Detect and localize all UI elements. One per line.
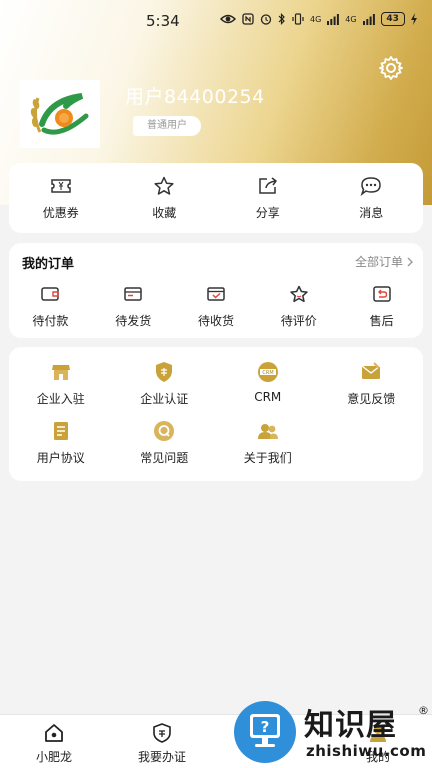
signal-type-2: 4G [345,14,357,24]
quick-label-favorites: 收藏 [152,206,177,220]
service-item-user-agreement[interactable]: 用户协议 [9,420,113,466]
app-logo-icon [30,93,89,135]
username: 用户84400254 [125,86,265,108]
tab-home-label: 小肥龙 [35,750,72,764]
service-item-faq[interactable]: 常见问题 [113,420,217,466]
service-label-faq: 常见问题 [140,451,189,465]
user-level-badge: 普通用户 [133,116,201,136]
receive-icon [207,287,225,301]
nfc-icon [242,13,254,25]
service-item-crm[interactable]: CRM CRM [216,361,320,407]
service-label-crm: CRM [254,390,282,404]
order-label-after-sales: 售后 [369,314,394,328]
quick-item-messages[interactable]: 消息 [320,163,424,233]
status-icons: 4G 4G 43 [220,12,417,26]
status-bar: 5:34 4G 4G 43 [0,0,432,40]
return-icon [372,286,391,302]
home-icon [45,724,63,742]
quick-actions-card: 优惠券 收藏 分享 消息 [9,163,423,233]
order-label-pending-review: 待评价 [280,314,317,328]
watermark-registered: ® [418,704,429,717]
order-item-pending-review[interactable]: 待评价 [257,285,340,329]
signal-icon [327,14,340,25]
watermark-title: 知识屋 [304,708,397,743]
bluetooth-icon [278,13,285,25]
help-monitor-icon: ? [250,714,280,747]
share-icon [259,177,277,194]
svg-text:?: ? [261,718,270,736]
order-label-pending-receipt: 待收货 [197,314,234,328]
settings-button[interactable] [378,55,404,81]
alarm-icon [260,14,272,25]
service-label-about: 关于我们 [243,451,292,465]
box-icon [124,287,142,301]
shield-icon [156,362,173,382]
service-label-feedback: 意见反馈 [347,392,396,406]
people-icon [257,424,278,439]
watermark-subtitle: zhishiwu.com [306,742,427,760]
shop-icon [51,365,70,380]
quick-label-share: 分享 [255,206,280,220]
quick-label-messages: 消息 [359,206,384,220]
orders-card: 我的订单 全部订单 待付款 待发货 待收货 待评价 售后 [9,243,423,338]
quick-item-share[interactable]: 分享 [216,163,320,233]
services-row-1: 企业入驻 企业认证 CRM CRM 意见反馈 [9,361,423,407]
quick-item-coupon[interactable]: 优惠券 [9,163,113,233]
orders-title: 我的订单 [22,257,75,272]
order-item-pending-payment[interactable]: 待付款 [9,285,92,329]
order-item-pending-receipt[interactable]: 待收货 [175,285,258,329]
service-item-company-cert[interactable]: 企业认证 [113,361,217,407]
view-all-orders-label: 全部订单 [354,255,403,269]
service-item-company-join[interactable]: 企业入驻 [9,361,113,407]
tab-certificate[interactable]: 我要办证 [108,715,216,768]
service-label-company-cert: 企业认证 [140,392,189,406]
star-icon [154,176,174,195]
crm-icon-text: CRM [262,370,273,376]
order-item-after-sales[interactable]: 售后 [340,285,423,329]
star-icon [290,285,308,303]
wallet-icon [41,287,60,301]
question-icon [154,421,175,441]
battery-indicator: 43 [380,12,405,26]
message-icon [360,177,382,196]
order-item-pending-shipment[interactable]: 待发货 [92,285,175,329]
crm-icon: CRM [257,362,278,382]
charging-icon [410,13,417,25]
order-label-pending-shipment: 待发货 [115,314,152,328]
tab-home[interactable]: 小肥龙 [0,715,108,768]
orders-row: 待付款 待发货 待收货 待评价 售后 [9,285,423,329]
gear-icon [379,56,403,80]
watermark-badge: ? [234,701,296,763]
status-time: 5:34 [146,12,180,30]
service-label-company-join: 企业入驻 [36,392,85,406]
vibrate-icon [292,13,304,25]
watermark: ? 知识屋 ® zhishiwu.com [234,698,432,768]
service-label-user-agreement: 用户协议 [36,451,85,465]
mail-icon [361,362,381,379]
coupon-icon [51,179,71,193]
services-card: 企业入驻 企业认证 CRM CRM 意见反馈 用户协议 常见问题 关于我们 [9,347,423,481]
avatar[interactable] [20,80,100,148]
quick-label-coupon: 优惠券 [42,206,79,220]
tab-certificate-label: 我要办证 [137,750,186,764]
view-all-orders-link[interactable]: 全部订单 [355,253,413,270]
services-row-2: 用户协议 常见问题 关于我们 [9,420,423,466]
document-icon [53,422,68,440]
service-item-about[interactable]: 关于我们 [216,420,320,466]
signal-type-1: 4G [310,14,322,24]
service-item-feedback[interactable]: 意见反馈 [320,361,424,407]
chevron-right-icon [407,257,413,266]
order-label-pending-payment: 待付款 [32,314,69,328]
certificate-icon [153,723,171,743]
signal-icon-2 [362,14,375,25]
quick-item-favorites[interactable]: 收藏 [113,163,217,233]
eye-icon [220,14,236,24]
